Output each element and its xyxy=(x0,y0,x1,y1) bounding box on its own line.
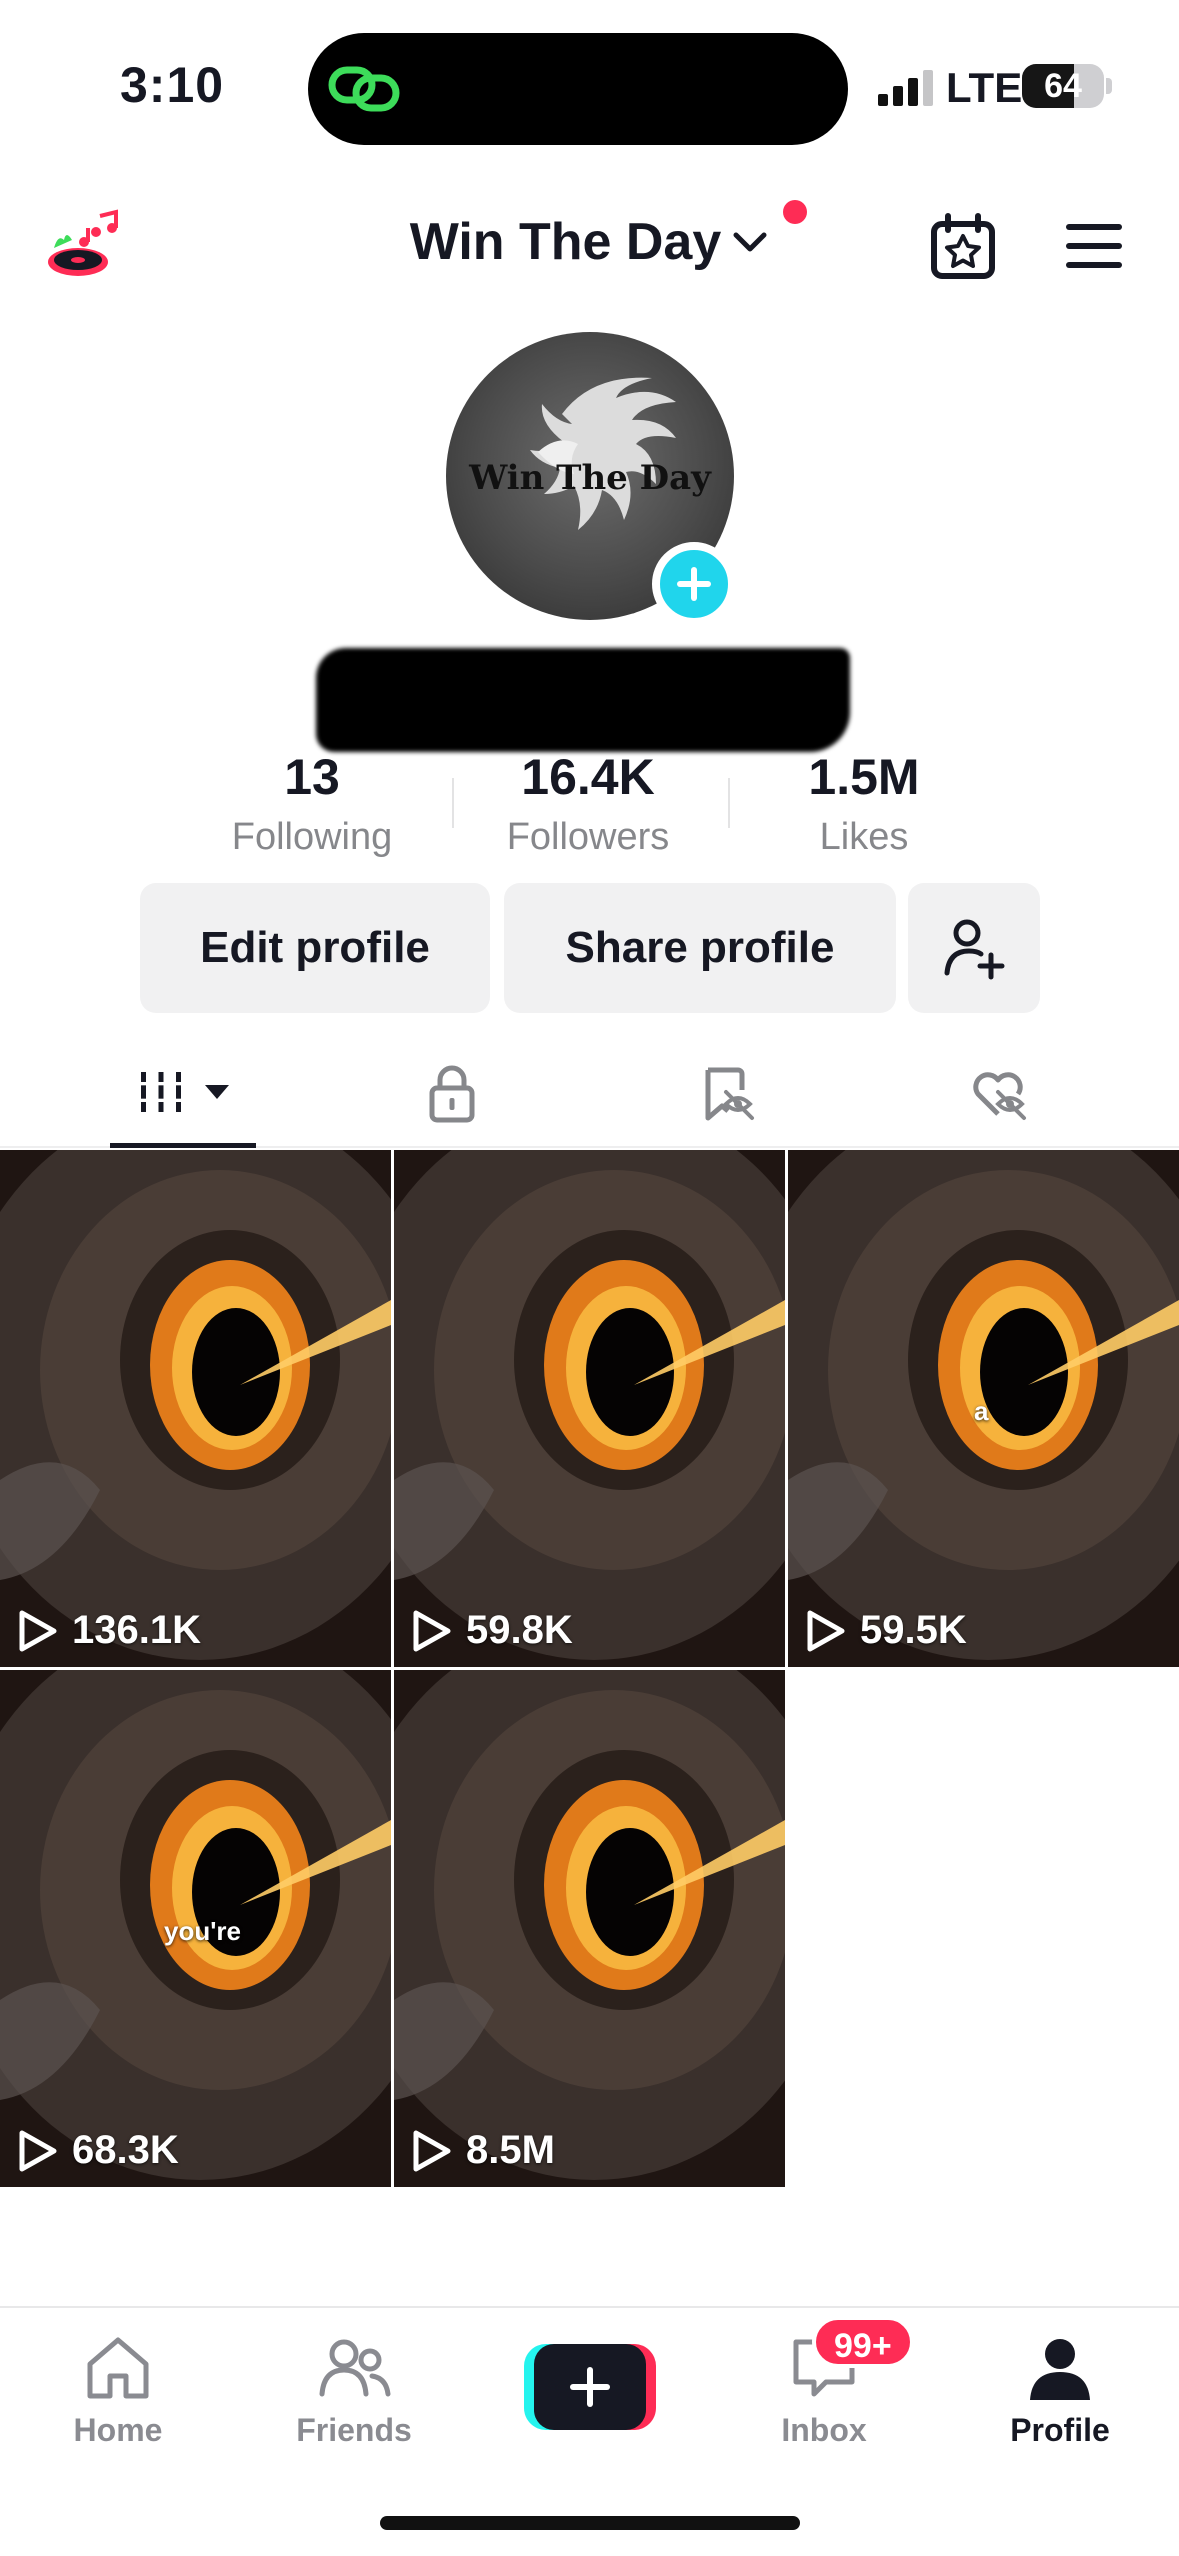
add-friends-button[interactable] xyxy=(908,883,1040,1013)
home-icon xyxy=(87,2337,149,2399)
account-name: Win The Day xyxy=(409,213,722,271)
home-indicator xyxy=(380,2516,800,2530)
heart-hidden-icon xyxy=(973,1072,1026,1120)
username-redacted xyxy=(316,648,850,752)
play-icon xyxy=(413,2130,451,2171)
lock-icon xyxy=(429,1065,475,1123)
stat-value: 1.5M xyxy=(808,749,920,805)
notification-dot xyxy=(783,200,808,224)
stat-value: 16.4K xyxy=(521,749,655,805)
network-type: LTE xyxy=(946,64,1023,111)
video-thumbnail[interactable]: 136.1K xyxy=(0,1150,391,1667)
profile-header: Win The Day xyxy=(0,190,1179,300)
stat-likes[interactable]: 1.5M Likes xyxy=(734,748,994,859)
nav-profile-label: Profile xyxy=(1010,2412,1110,2448)
avatar-text: Win The Day xyxy=(469,458,711,498)
view-count: 68.3K xyxy=(18,2128,179,2173)
profile-tabs xyxy=(0,1040,1179,1148)
chevron-down-icon xyxy=(733,232,767,252)
profile-icon xyxy=(1030,2339,1090,2400)
nav-inbox-label: Inbox xyxy=(781,2412,867,2448)
play-icon xyxy=(413,1610,451,1651)
play-icon xyxy=(19,1610,57,1651)
video-caption: a xyxy=(974,1396,989,1426)
stat-label: Likes xyxy=(819,816,909,858)
video-thumbnail[interactable]: you're 68.3K xyxy=(0,1670,391,2187)
account-switcher[interactable]: Win The Day xyxy=(0,200,1179,272)
view-count-value: 136.1K xyxy=(72,1608,201,1652)
bookmark-hidden-icon xyxy=(705,1067,754,1121)
menu-icon[interactable] xyxy=(1064,220,1124,272)
stat-followers[interactable]: 16.4K Followers xyxy=(458,748,718,859)
link-chain-icon xyxy=(328,66,400,112)
video-thumbnail[interactable]: 59.8K xyxy=(394,1150,785,1667)
share-profile-button[interactable]: Share profile xyxy=(504,883,896,1013)
play-icon xyxy=(19,2130,57,2171)
videos-grid-icon xyxy=(136,1071,186,1112)
edit-profile-button[interactable]: Edit profile xyxy=(140,883,490,1013)
nav-profile[interactable]: Profile xyxy=(960,2330,1160,2449)
video-caption: you're xyxy=(164,1916,241,1946)
add-story-button[interactable] xyxy=(652,542,736,626)
plus-icon xyxy=(677,567,711,601)
nav-friends[interactable]: Friends xyxy=(254,2330,454,2449)
play-icon xyxy=(807,1610,845,1651)
tab-liked[interactable] xyxy=(938,1040,1058,1148)
black-hole-image xyxy=(0,1150,391,1667)
stat-divider xyxy=(452,778,454,828)
black-hole-image xyxy=(394,1670,785,2187)
view-count-value: 8.5M xyxy=(466,2128,555,2172)
battery-tip xyxy=(1106,78,1112,94)
calendar-star-icon[interactable] xyxy=(928,212,998,282)
status-bar: 3:10 LTE 64 xyxy=(0,0,1179,170)
plus-icon xyxy=(570,2367,610,2407)
nav-friends-label: Friends xyxy=(296,2412,412,2448)
view-count: 59.8K xyxy=(412,1608,573,1653)
video-thumbnail[interactable]: 8.5M xyxy=(394,1670,785,2187)
nav-home-label: Home xyxy=(73,2412,163,2448)
nav-home[interactable]: Home xyxy=(18,2330,218,2449)
friends-icon xyxy=(319,2339,391,2397)
battery-level: 64 xyxy=(1044,67,1082,105)
tab-videos[interactable] xyxy=(110,1040,256,1148)
profile-stats: 13 Following 16.4K Followers 1.5M Likes xyxy=(0,748,1179,868)
stat-label: Followers xyxy=(506,816,670,858)
battery-icon: 64 xyxy=(1022,64,1104,108)
stat-following[interactable]: 13 Following xyxy=(182,748,442,859)
view-count-value: 59.8K xyxy=(466,1608,573,1652)
stat-divider xyxy=(728,778,730,828)
create-button[interactable] xyxy=(524,2344,656,2430)
view-count: 136.1K xyxy=(18,1608,201,1653)
stat-value: 13 xyxy=(284,749,340,805)
view-count: 8.5M xyxy=(412,2128,555,2173)
black-hole-image xyxy=(394,1150,785,1667)
view-count: 59.5K xyxy=(806,1608,967,1653)
signal-icon xyxy=(878,70,933,106)
add-user-icon xyxy=(944,919,1005,980)
video-thumbnail[interactable]: a 59.5K xyxy=(788,1150,1179,1667)
tab-private[interactable] xyxy=(392,1040,512,1148)
caret-down-icon xyxy=(205,1084,229,1099)
status-time: 3:10 xyxy=(120,57,225,113)
view-count-value: 59.5K xyxy=(860,1608,967,1652)
inbox-badge: 99+ xyxy=(812,2316,914,2368)
view-count-value: 68.3K xyxy=(72,2128,179,2172)
tab-favorites[interactable] xyxy=(666,1040,786,1148)
stat-label: Following xyxy=(231,816,393,858)
